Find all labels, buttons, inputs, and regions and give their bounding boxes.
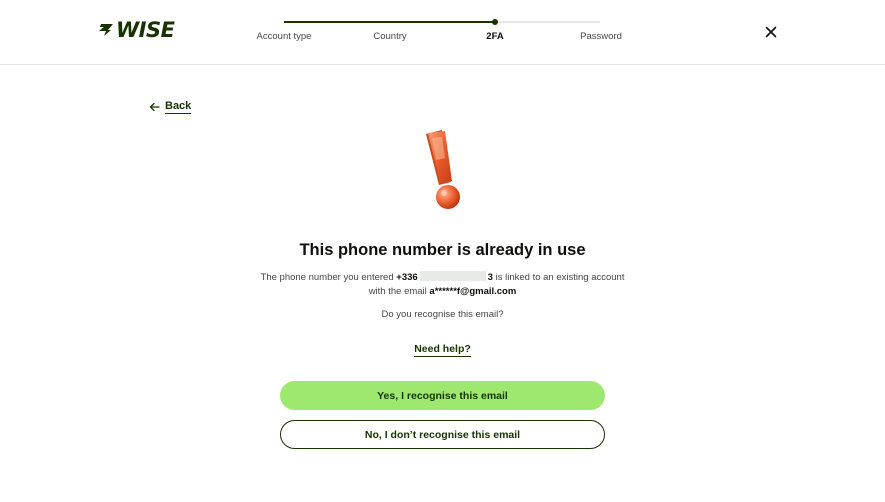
info-line-1-prefix: The phone number you entered — [260, 272, 394, 283]
step-password: Password — [580, 31, 622, 42]
stepper-current-dot — [492, 19, 498, 25]
logo-text: WISE — [116, 18, 175, 42]
top-header: WISE Account type Country 2FA Password — [0, 0, 885, 65]
wise-flag-icon — [99, 24, 113, 36]
wise-logo[interactable]: WISE — [98, 18, 175, 42]
recognise-email-button[interactable]: Yes, I recognise this email — [280, 381, 605, 410]
info-line-2: with the email a******f@gmail.com — [0, 285, 885, 299]
back-label: Back — [165, 100, 192, 114]
phone-number-suffix: 3 — [487, 272, 493, 283]
back-button[interactable]: Back — [149, 100, 192, 114]
recognise-question: Do you recognise this email? — [381, 309, 504, 320]
phone-redaction — [419, 271, 486, 281]
info-line-1: The phone number you entered +336 3 is li… — [0, 271, 885, 285]
close-icon — [765, 26, 777, 38]
info-line-1-suffix: is linked to an existing account — [495, 272, 625, 283]
phone-number-prefix: +336 — [396, 272, 418, 283]
exclamation-mark-illustration — [418, 128, 466, 214]
step-account-type: Account type — [256, 31, 312, 42]
stepper-track-fill — [284, 21, 495, 23]
arrow-left-icon — [149, 102, 160, 112]
page-title: This phone number is already in use — [299, 241, 586, 259]
step-country: Country — [373, 31, 407, 42]
masked-email: a******f@gmail.com — [429, 286, 517, 297]
need-help-link[interactable]: Need help? — [414, 343, 471, 357]
help-link-row: Need help? — [0, 339, 885, 357]
progress-stepper: Account type Country 2FA Password — [250, 14, 630, 54]
info-line-2-prefix: with the email — [368, 286, 427, 297]
close-button[interactable] — [762, 23, 780, 41]
dont-recognise-email-button[interactable]: No, I don’t recognise this email — [280, 420, 605, 449]
step-2fa: 2FA — [486, 31, 504, 42]
